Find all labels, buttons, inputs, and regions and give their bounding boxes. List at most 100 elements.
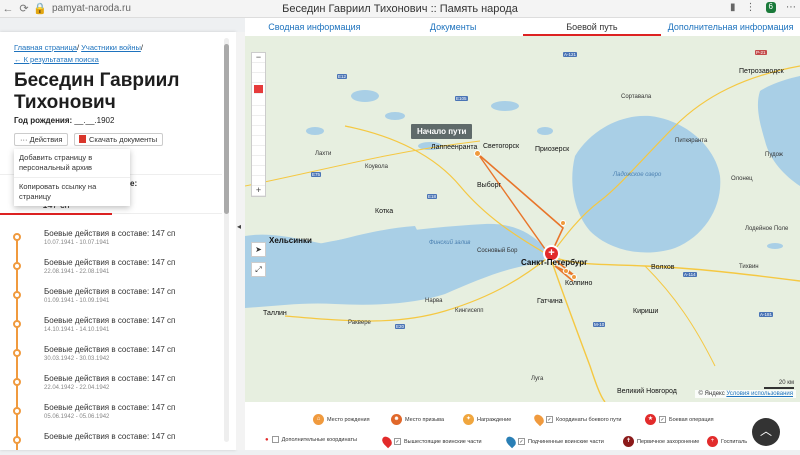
medal-icon: ✦ xyxy=(463,414,474,425)
city-label: Светогорск xyxy=(483,143,520,150)
gulf-label: Финский залив xyxy=(429,240,471,246)
menu-icon[interactable]: ⋮ xyxy=(746,2,756,13)
map-scale: 20 км xyxy=(764,380,794,389)
tab-documents[interactable]: Документы xyxy=(384,18,523,36)
legend-hospital[interactable]: + Госпиталь xyxy=(707,436,747,447)
add-to-archive-item[interactable]: Добавить страницу в персональный архив xyxy=(14,149,130,177)
browser-toolbar: ← ⟳ 🔒 pamyat-naroda.ru Беседин Гавриил Т… xyxy=(0,0,800,18)
chevron-up-icon: ︿ xyxy=(759,424,772,438)
map-terms-link[interactable]: Условия использования xyxy=(726,391,793,397)
scroll-to-top-button[interactable]: ︿ xyxy=(752,418,780,446)
breadcrumb-participants-link[interactable]: Участники войны xyxy=(81,43,141,52)
tab-summary[interactable]: Сводная информация xyxy=(245,18,384,36)
lock-icon: 🔒 xyxy=(33,3,47,15)
timeline-item[interactable]: Боевые действия в составе: 147 сп xyxy=(10,430,220,450)
zoom-level[interactable] xyxy=(252,156,265,166)
geolocation-icon[interactable]: ➤ xyxy=(251,242,266,257)
city-label: Кингисепп xyxy=(455,308,484,314)
city-label: Хельсинки xyxy=(269,236,312,245)
zoom-level[interactable] xyxy=(252,63,265,73)
city-label: Сортавала xyxy=(621,94,652,100)
legend-award[interactable]: ✦ Награждение xyxy=(463,414,511,425)
road-label: A-114 xyxy=(683,272,697,277)
lake-label: Ладожское озеро xyxy=(613,172,662,178)
tab-battle-path[interactable]: Боевой путь xyxy=(522,18,662,36)
pin-icon xyxy=(380,434,394,449)
bookmark-icon[interactable]: ▮ xyxy=(730,2,736,13)
path-start-marker[interactable] xyxy=(474,150,481,157)
extensions-icon[interactable]: ⋯ xyxy=(786,2,796,13)
download-documents-button[interactable]: Скачать документы xyxy=(74,133,164,146)
timeline-dot xyxy=(13,262,21,270)
path-point-marker[interactable] xyxy=(560,220,566,226)
checkbox[interactable]: ✓ xyxy=(394,438,401,445)
person-name: Беседин Гавриил Тихонович xyxy=(14,70,180,113)
zoom-level[interactable] xyxy=(252,116,265,126)
checkbox[interactable]: ✓ xyxy=(546,416,553,423)
city-label: Санкт-Петербург xyxy=(521,258,588,267)
copy-link-item[interactable]: Копировать ссылку на страницу xyxy=(14,177,130,206)
scrollbar[interactable] xyxy=(224,38,229,442)
legend-battle-operation[interactable]: ★ ✓ Боевая операция xyxy=(645,414,714,425)
section-tabs: Сводная информация Документы Боевой путь… xyxy=(245,18,800,36)
legend-burial[interactable]: ✝ Первичное захоронение xyxy=(623,436,699,447)
city-label: Лаппеенранта xyxy=(431,144,478,151)
breadcrumb-home-link[interactable]: Главная страница xyxy=(14,43,77,52)
zoom-out-button[interactable]: + xyxy=(252,186,265,196)
zoom-in-button[interactable]: − xyxy=(252,53,265,63)
timeline-item[interactable]: Боевые действия в составе: 147 сп 05.06.1… xyxy=(10,401,220,430)
zoom-level[interactable] xyxy=(252,166,265,176)
zoom-level[interactable] xyxy=(252,146,265,156)
scale-bar xyxy=(764,387,794,389)
checkbox[interactable]: ✓ xyxy=(659,416,666,423)
back-icon[interactable]: ← xyxy=(0,3,16,15)
timeline-dot xyxy=(13,378,21,386)
zoom-level[interactable] xyxy=(252,106,265,116)
legend-subordinate-units[interactable]: ✓ Подчиненные воинские части xyxy=(504,434,604,449)
cross-icon: ✝ xyxy=(623,436,634,447)
timeline-item[interactable]: Боевые действия в составе: 147 сп 01.09.1… xyxy=(10,285,220,314)
pdf-icon xyxy=(79,135,86,143)
legend-conscription[interactable]: ☻ Место призыва xyxy=(391,414,444,425)
city-label: Питкяранта xyxy=(675,138,708,144)
zoom-current-level[interactable] xyxy=(254,85,263,94)
city-label: Луга xyxy=(531,376,544,382)
timeline-item[interactable]: Боевые действия в составе: 147 сп 10.07.1… xyxy=(10,227,220,256)
legend-additional-coords[interactable]: ● Дополнительные координаты xyxy=(265,436,357,443)
collapse-arrow-icon[interactable]: ◂ xyxy=(237,222,241,231)
path-point-marker[interactable] xyxy=(563,268,569,274)
battle-path-map[interactable]: − + ➤ ⤢ Начало пути + Санкт-Петербург Хе… xyxy=(245,36,800,402)
road-label: E105 xyxy=(455,96,468,101)
timeline-item[interactable]: Боевые действия в составе: 147 сп 14.10.1… xyxy=(10,314,220,343)
timeline-dot xyxy=(13,291,21,299)
timeline-item[interactable]: Боевые действия в составе: 147 сп 30.03.1… xyxy=(10,343,220,372)
city-label: Лодейное Поле xyxy=(745,226,789,232)
zoom-level[interactable] xyxy=(252,73,265,83)
star-icon: ★ xyxy=(645,414,656,425)
panel-collapse-strip[interactable]: ◂ xyxy=(236,32,245,450)
timeline-item[interactable]: Боевые действия в составе: 147 сп 22.08.1… xyxy=(10,256,220,285)
city-label: Сосновый Бор xyxy=(477,248,518,254)
zoom-level[interactable] xyxy=(252,136,265,146)
legend-superior-units[interactable]: ✓ Вышестоящие воинские части xyxy=(380,434,482,449)
address-bar[interactable]: pamyat-naroda.ru xyxy=(52,3,131,14)
timeline-item[interactable]: Боевые действия в составе: 147 сп 22.04.1… xyxy=(10,372,220,401)
back-to-results-link[interactable]: ← К результатам поиска xyxy=(14,55,99,64)
zoom-level[interactable] xyxy=(252,96,265,106)
reload-icon[interactable]: ⟳ xyxy=(16,2,32,15)
zoom-level[interactable] xyxy=(252,126,265,136)
person-icon: ☻ xyxy=(391,414,402,425)
checkbox[interactable]: ✓ xyxy=(518,438,525,445)
scrollbar-thumb[interactable] xyxy=(224,44,229,214)
legend-path-coords[interactable]: ✓ Координаты боевого пути xyxy=(532,412,622,427)
city-label: Коувола xyxy=(365,164,388,170)
profile-badge[interactable]: 6 xyxy=(765,2,776,13)
fullscreen-icon[interactable]: ⤢ xyxy=(251,262,266,277)
checkbox[interactable] xyxy=(271,436,279,443)
actions-button[interactable]: ··· Действия xyxy=(14,133,69,146)
pin-icon xyxy=(504,434,518,449)
tab-additional-info[interactable]: Дополнительная информация xyxy=(661,18,800,36)
road-label: P-21 xyxy=(755,50,767,55)
zoom-control: − + xyxy=(251,52,266,197)
legend-birthplace[interactable]: ⌂ Место рождения xyxy=(313,414,370,425)
